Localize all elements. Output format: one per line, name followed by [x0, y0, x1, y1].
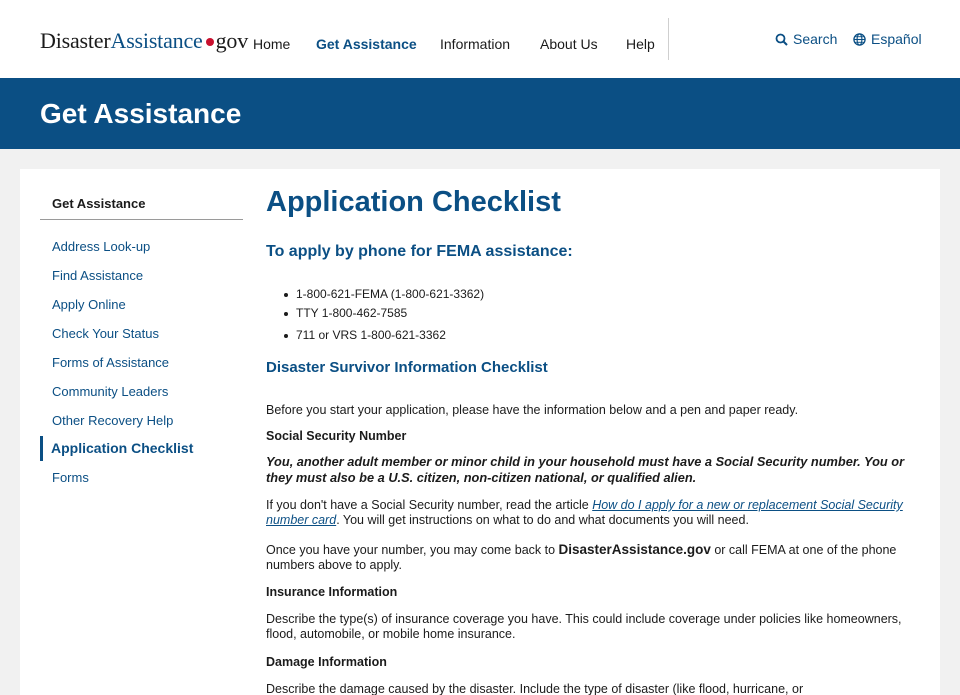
- sidebar-item-find-assistance[interactable]: Find Assistance: [52, 268, 143, 283]
- search-icon: [775, 33, 788, 46]
- nav-help[interactable]: Help: [626, 36, 655, 52]
- damage-text: Describe the damage caused by the disast…: [266, 682, 804, 695]
- nav-get-assistance[interactable]: Get Assistance: [316, 36, 417, 52]
- logo-text-assistance: Assistance: [110, 28, 203, 53]
- sidebar-divider: [40, 219, 243, 220]
- list-item: TTY 1-800-462-7585: [284, 306, 407, 320]
- insurance-heading: Insurance Information: [266, 585, 398, 599]
- banner-title: Get Assistance: [40, 98, 242, 129]
- nav-home[interactable]: Home: [253, 36, 290, 52]
- list-item: 711 or VRS 1-800-621-3362: [284, 328, 446, 342]
- sidebar-item-forms[interactable]: Forms: [52, 470, 89, 485]
- sidebar-item-forms-of-assistance[interactable]: Forms of Assistance: [52, 355, 169, 370]
- page-banner: Get Assistance: [0, 78, 960, 149]
- list-item: 1-800-621-FEMA (1-800-621-3362): [284, 287, 484, 301]
- sidebar-item-community-leaders[interactable]: Community Leaders: [52, 384, 168, 399]
- ssn-help-after: . You will get instructions on what to d…: [336, 513, 749, 527]
- bullet-icon: [284, 292, 288, 297]
- nav-about-us[interactable]: About Us: [540, 36, 598, 52]
- logo-dot-icon: [205, 37, 214, 46]
- ssn-requirement: You, another adult member or minor child…: [266, 454, 905, 485]
- sidebar-item-apply-online[interactable]: Apply Online: [52, 297, 126, 312]
- sidebar-item-check-status[interactable]: Check Your Status: [52, 326, 159, 341]
- phone-number: TTY 1-800-462-7585: [296, 306, 408, 320]
- language-label: Español: [871, 31, 922, 47]
- phone-number: 1-800-621-FEMA (1-800-621-3362): [296, 287, 485, 301]
- return-before: Once you have your number, you may come …: [266, 543, 559, 557]
- bullet-icon: [284, 311, 288, 316]
- sidebar-item-application-checklist[interactable]: Application Checklist: [51, 440, 193, 456]
- ssn-heading: Social Security Number: [266, 429, 407, 443]
- search-label: Search: [793, 31, 838, 47]
- checklist-heading: Disaster Survivor Information Checklist: [266, 359, 548, 376]
- logo-text-gov: gov: [215, 28, 249, 53]
- damage-heading: Damage Information: [266, 655, 387, 669]
- nav-divider: [668, 18, 669, 60]
- ssn-help-before: If you don't have a Social Security numb…: [266, 498, 593, 512]
- logo-text-disaster: Disaster: [40, 28, 111, 53]
- phone-heading: To apply by phone for FEMA assistance:: [266, 243, 573, 260]
- sidebar-title: Get Assistance: [52, 196, 146, 211]
- search-link[interactable]: Search: [775, 31, 837, 47]
- nav-information[interactable]: Information: [440, 36, 510, 52]
- globe-icon: [853, 32, 866, 46]
- site-name: DisasterAssistance.gov: [558, 542, 711, 557]
- bullet-icon: [284, 333, 288, 338]
- site-header: DisasterAssistance gov Home Get Assistanc…: [0, 0, 960, 78]
- ssn-help-text: If you don't have a Social Security numb…: [266, 498, 916, 528]
- sidebar-item-address-lookup[interactable]: Address Look-up: [52, 239, 150, 254]
- site-logo[interactable]: DisasterAssistance gov: [40, 28, 248, 54]
- insurance-text: Describe the type(s) of insurance covera…: [266, 612, 902, 641]
- page-title: Application Checklist: [266, 186, 561, 218]
- phone-number: 711 or VRS 1-800-621-3362: [296, 328, 446, 342]
- return-text: Once you have your number, you may come …: [266, 542, 916, 573]
- language-link[interactable]: Español: [853, 31, 922, 47]
- sidebar-active-indicator: [40, 436, 43, 461]
- sidebar-item-other-recovery-help[interactable]: Other Recovery Help: [52, 413, 173, 428]
- intro-text: Before you start your application, pleas…: [266, 403, 799, 417]
